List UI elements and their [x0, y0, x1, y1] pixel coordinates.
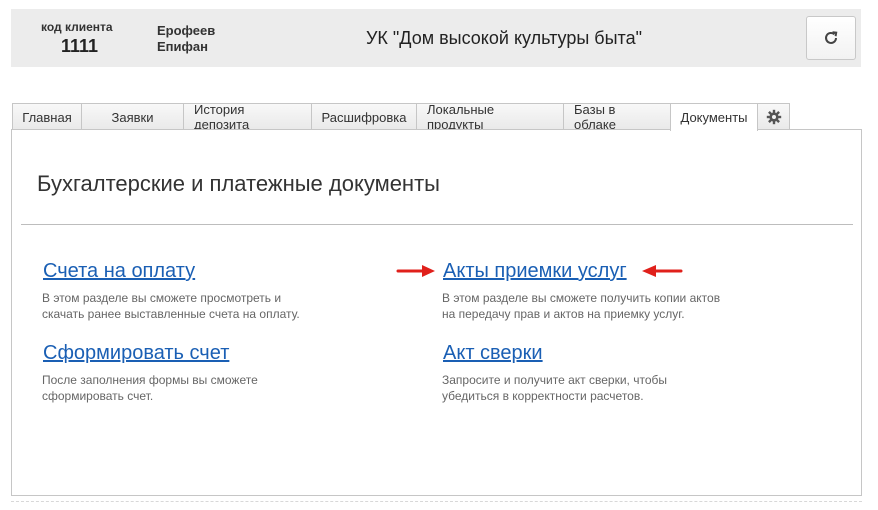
- tab-main[interactable]: Главная: [12, 103, 82, 130]
- create-invoice-description: После заполнения формы вы сможете сформи…: [42, 373, 258, 403]
- tab-bar: Главная Заявки История депозита Расшифро…: [12, 102, 790, 132]
- tab-breakdown[interactable]: Расшифровка: [311, 103, 417, 130]
- acceptance-acts-description: В этом разделе вы сможете получить копии…: [442, 291, 721, 321]
- title-divider: [21, 224, 853, 225]
- arrow-left-icon: [642, 265, 683, 277]
- invoices-link[interactable]: Счета на оплату: [43, 260, 195, 283]
- refresh-icon: [825, 31, 838, 44]
- client-name-line1: Ерофеев: [157, 23, 216, 38]
- page-title: Бухгалтерские и платежные документы: [37, 171, 440, 196]
- tab-deposit-history[interactable]: История депозита: [183, 102, 312, 132]
- bottom-divider: [11, 501, 862, 502]
- header-bar: код клиента 1111 Ерофеев Епифан УК "Дом …: [11, 9, 861, 67]
- invoices-description: В этом разделе вы сможете просмотреть и …: [42, 291, 300, 321]
- client-code-label: код клиента: [41, 20, 113, 34]
- create-invoice-link[interactable]: Сформировать счет: [43, 342, 229, 365]
- client-name: Ерофеев Епифан: [157, 23, 215, 55]
- acceptance-acts-link[interactable]: Акты приемки услуг: [443, 260, 627, 283]
- tab-cloud-databases[interactable]: Базы в облаке: [563, 102, 671, 132]
- refresh-button[interactable]: [806, 16, 856, 60]
- reconciliation-act-link[interactable]: Акт сверки: [443, 342, 543, 365]
- tab-settings[interactable]: [757, 103, 790, 130]
- reconciliation-act-description: Запросите и получите акт сверки, чтобы у…: [442, 373, 667, 403]
- tab-requests[interactable]: Заявки: [81, 103, 184, 130]
- client-code-value: 1111: [61, 36, 99, 56]
- client-name-line2: Епифан: [157, 39, 208, 54]
- tab-local-products[interactable]: Локальные продукты: [416, 102, 564, 132]
- org-title: УК "Дом высокой культуры быта": [366, 28, 642, 48]
- gear-icon: [766, 109, 781, 125]
- arrow-right-icon: [396, 265, 435, 277]
- documents-panel: Бухгалтерские и платежные документы Счет…: [11, 129, 862, 496]
- tab-documents[interactable]: Документы: [670, 103, 758, 131]
